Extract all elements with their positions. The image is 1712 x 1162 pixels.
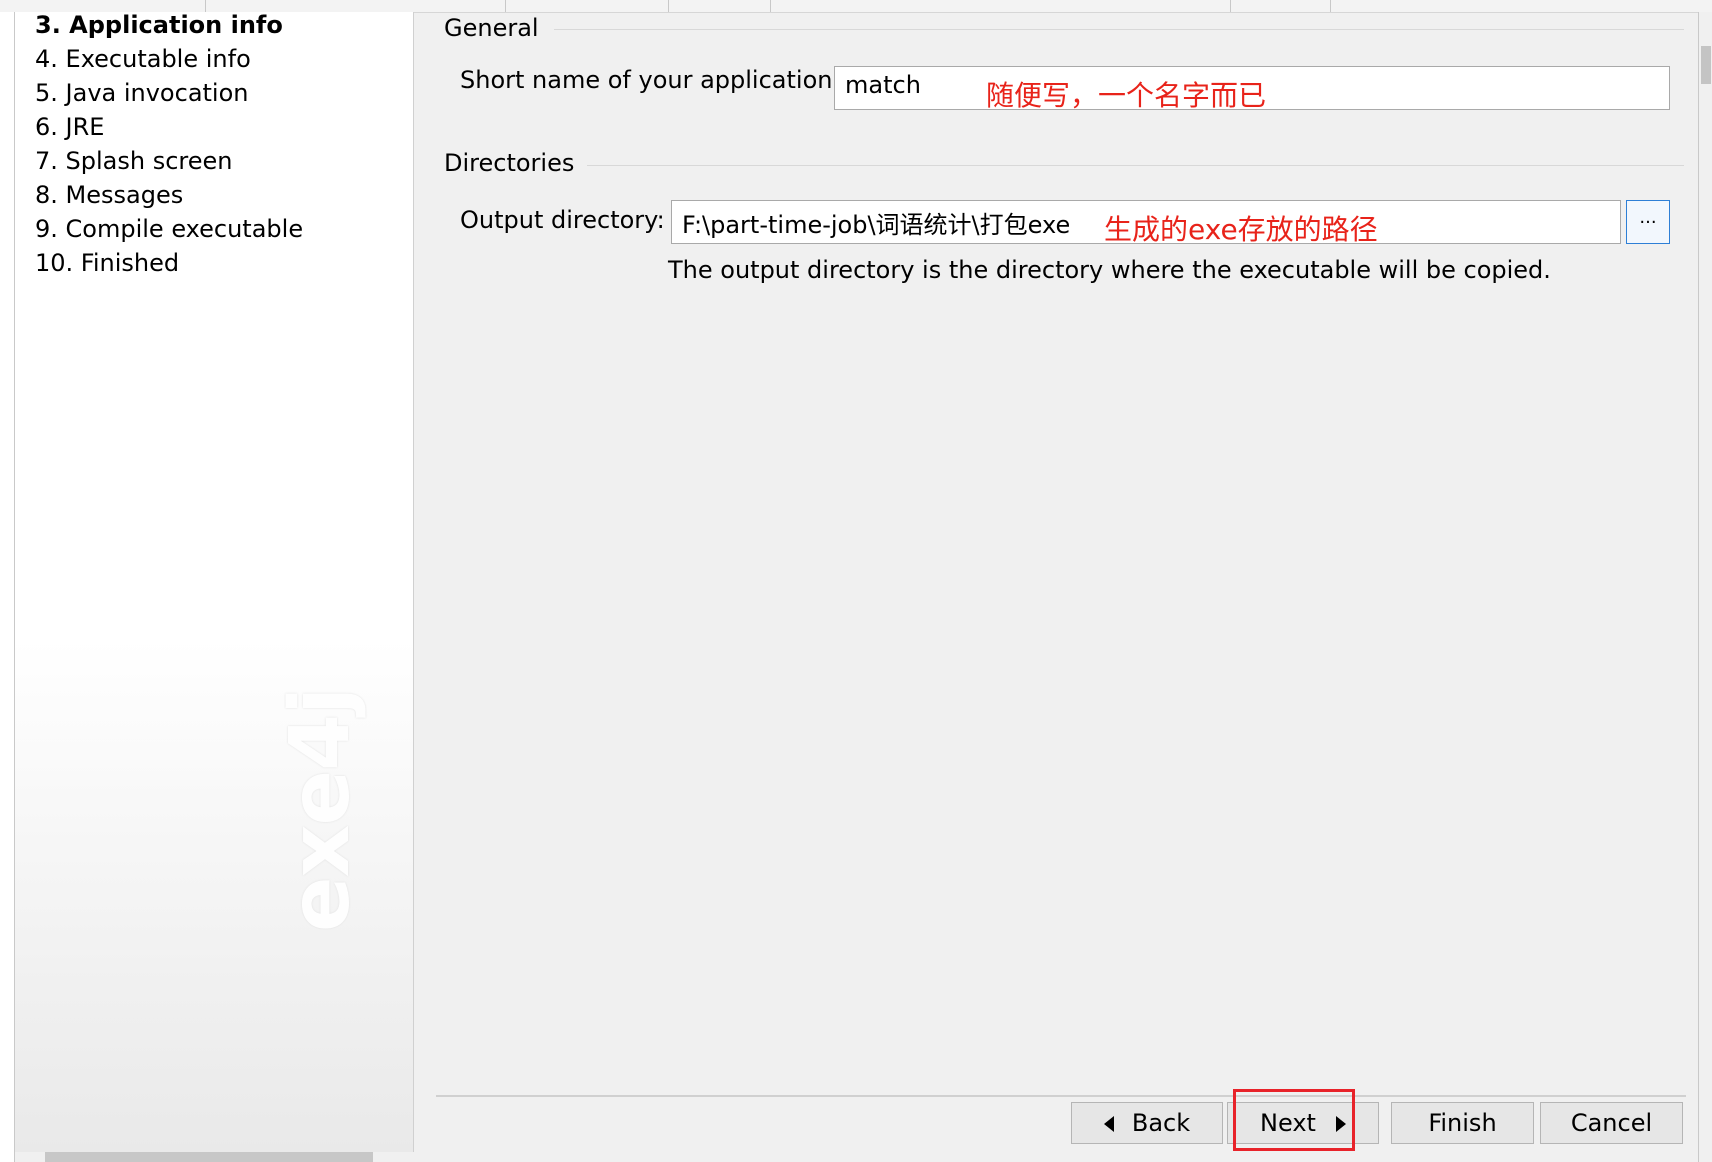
exe4j-logo-watermark: exe4j bbox=[273, 687, 368, 932]
header-separator bbox=[1330, 0, 1331, 12]
section-title-general: General bbox=[444, 14, 539, 42]
arrow-left-icon bbox=[1103, 1116, 1114, 1132]
section-divider bbox=[554, 29, 1684, 30]
step-messages[interactable]: 8. Messages bbox=[35, 182, 303, 216]
header-separator bbox=[770, 0, 771, 12]
back-button[interactable]: Back bbox=[1071, 1102, 1223, 1144]
step-application-info[interactable]: 3. Application info bbox=[35, 12, 303, 46]
annotation-short-name: 随便写，一个名字而已 bbox=[986, 79, 1267, 112]
finish-button-label: Finish bbox=[1428, 1109, 1497, 1137]
cancel-button[interactable]: Cancel bbox=[1540, 1102, 1683, 1144]
right-edge-scrollbar-thumb[interactable] bbox=[1701, 46, 1711, 84]
wizard-step-list: 3. Application info 4. Executable info 5… bbox=[35, 12, 303, 284]
button-bar-divider bbox=[436, 1095, 1686, 1097]
header-separator bbox=[1230, 0, 1231, 12]
output-directory-label: Output directory: bbox=[460, 206, 665, 234]
step-splash-screen[interactable]: 7. Splash screen bbox=[35, 148, 303, 182]
step-jre[interactable]: 6. JRE bbox=[35, 114, 303, 148]
step-compile-executable[interactable]: 9. Compile executable bbox=[35, 216, 303, 250]
wizard-step-sidebar: 3. Application info 4. Executable info 5… bbox=[15, 12, 414, 1162]
next-button-label: Next bbox=[1260, 1109, 1316, 1137]
header-separator bbox=[668, 0, 669, 12]
annotation-output-directory: 生成的exe存放的路径 bbox=[1104, 213, 1378, 246]
background-window-left-edge bbox=[0, 12, 15, 1162]
section-title-directories: Directories bbox=[444, 149, 575, 177]
header-separator bbox=[505, 0, 506, 12]
wizard-main-panel: General Short name of your application: … bbox=[414, 12, 1699, 1162]
section-divider bbox=[587, 165, 1684, 166]
step-executable-info[interactable]: 4. Executable info bbox=[35, 46, 303, 80]
next-button[interactable]: Next bbox=[1227, 1102, 1379, 1144]
cancel-button-label: Cancel bbox=[1570, 1109, 1653, 1137]
background-window-right-edge bbox=[1698, 12, 1712, 1162]
back-button-label: Back bbox=[1131, 1109, 1191, 1137]
output-directory-help-text: The output directory is the directory wh… bbox=[668, 256, 1551, 284]
sidebar-horizontal-scrollbar[interactable] bbox=[45, 1152, 373, 1162]
browse-button[interactable]: ... bbox=[1626, 200, 1670, 244]
step-java-invocation[interactable]: 5. Java invocation bbox=[35, 80, 303, 114]
step-finished[interactable]: 10. Finished bbox=[35, 250, 303, 284]
exe4j-wizard-window: 3. Application info 4. Executable info 5… bbox=[0, 0, 1712, 1162]
arrow-right-icon bbox=[1335, 1116, 1346, 1132]
finish-button[interactable]: Finish bbox=[1391, 1102, 1534, 1144]
short-name-label: Short name of your application: bbox=[460, 66, 841, 94]
